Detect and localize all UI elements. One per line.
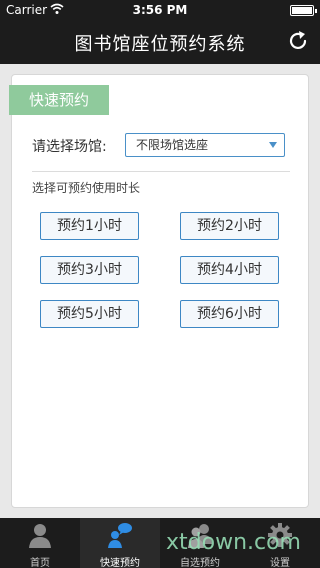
venue-select[interactable]: 不限场馆选座 xyxy=(125,133,285,157)
dropdown-arrow-icon xyxy=(269,142,277,148)
reserve-5h-button[interactable]: 预约5小时 xyxy=(40,300,139,328)
reserve-3h-button[interactable]: 预约3小时 xyxy=(40,256,139,284)
reserve-2h-button[interactable]: 预约2小时 xyxy=(180,212,279,240)
venue-select-value: 不限场馆选座 xyxy=(136,138,209,152)
venue-label: 请选择场馆: xyxy=(32,139,107,155)
quick-reserve-card: 快速预约 请选择场馆: 不限场馆选座 选择可预约使用时长 预约1小时 预约2小时… xyxy=(9,74,309,508)
nav-bar: 图书馆座位预约系统 xyxy=(0,20,320,64)
status-bar: Carrier 3:56 PM xyxy=(0,0,320,20)
status-time: 3:56 PM xyxy=(132,3,188,17)
chat-person-icon xyxy=(108,523,132,548)
tab-home-label: 首页 xyxy=(30,558,50,568)
battery-icon xyxy=(290,5,317,16)
reserve-1h-button[interactable]: 预约1小时 xyxy=(40,212,139,240)
divider xyxy=(32,171,290,172)
quick-reserve-tag: 快速预约 xyxy=(9,85,109,115)
person-icon xyxy=(29,524,51,548)
duration-label: 选择可预约使用时长 xyxy=(32,181,141,195)
reserve-6h-button[interactable]: 预约6小时 xyxy=(180,300,279,328)
watermark: xtdown.com xyxy=(166,530,301,555)
reserve-4h-button[interactable]: 预约4小时 xyxy=(180,256,279,284)
page-title: 图书馆座位预约系统 xyxy=(74,34,246,55)
tab-quick-reserve[interactable]: 快速预约 xyxy=(80,518,160,568)
tab-custom-reserve-label: 自选预约 xyxy=(180,558,220,568)
tab-settings-label: 设置 xyxy=(270,558,290,568)
tab-quick-reserve-label: 快速预约 xyxy=(100,558,140,568)
refresh-icon[interactable] xyxy=(286,29,310,53)
tab-home[interactable]: 首页 xyxy=(0,518,80,568)
